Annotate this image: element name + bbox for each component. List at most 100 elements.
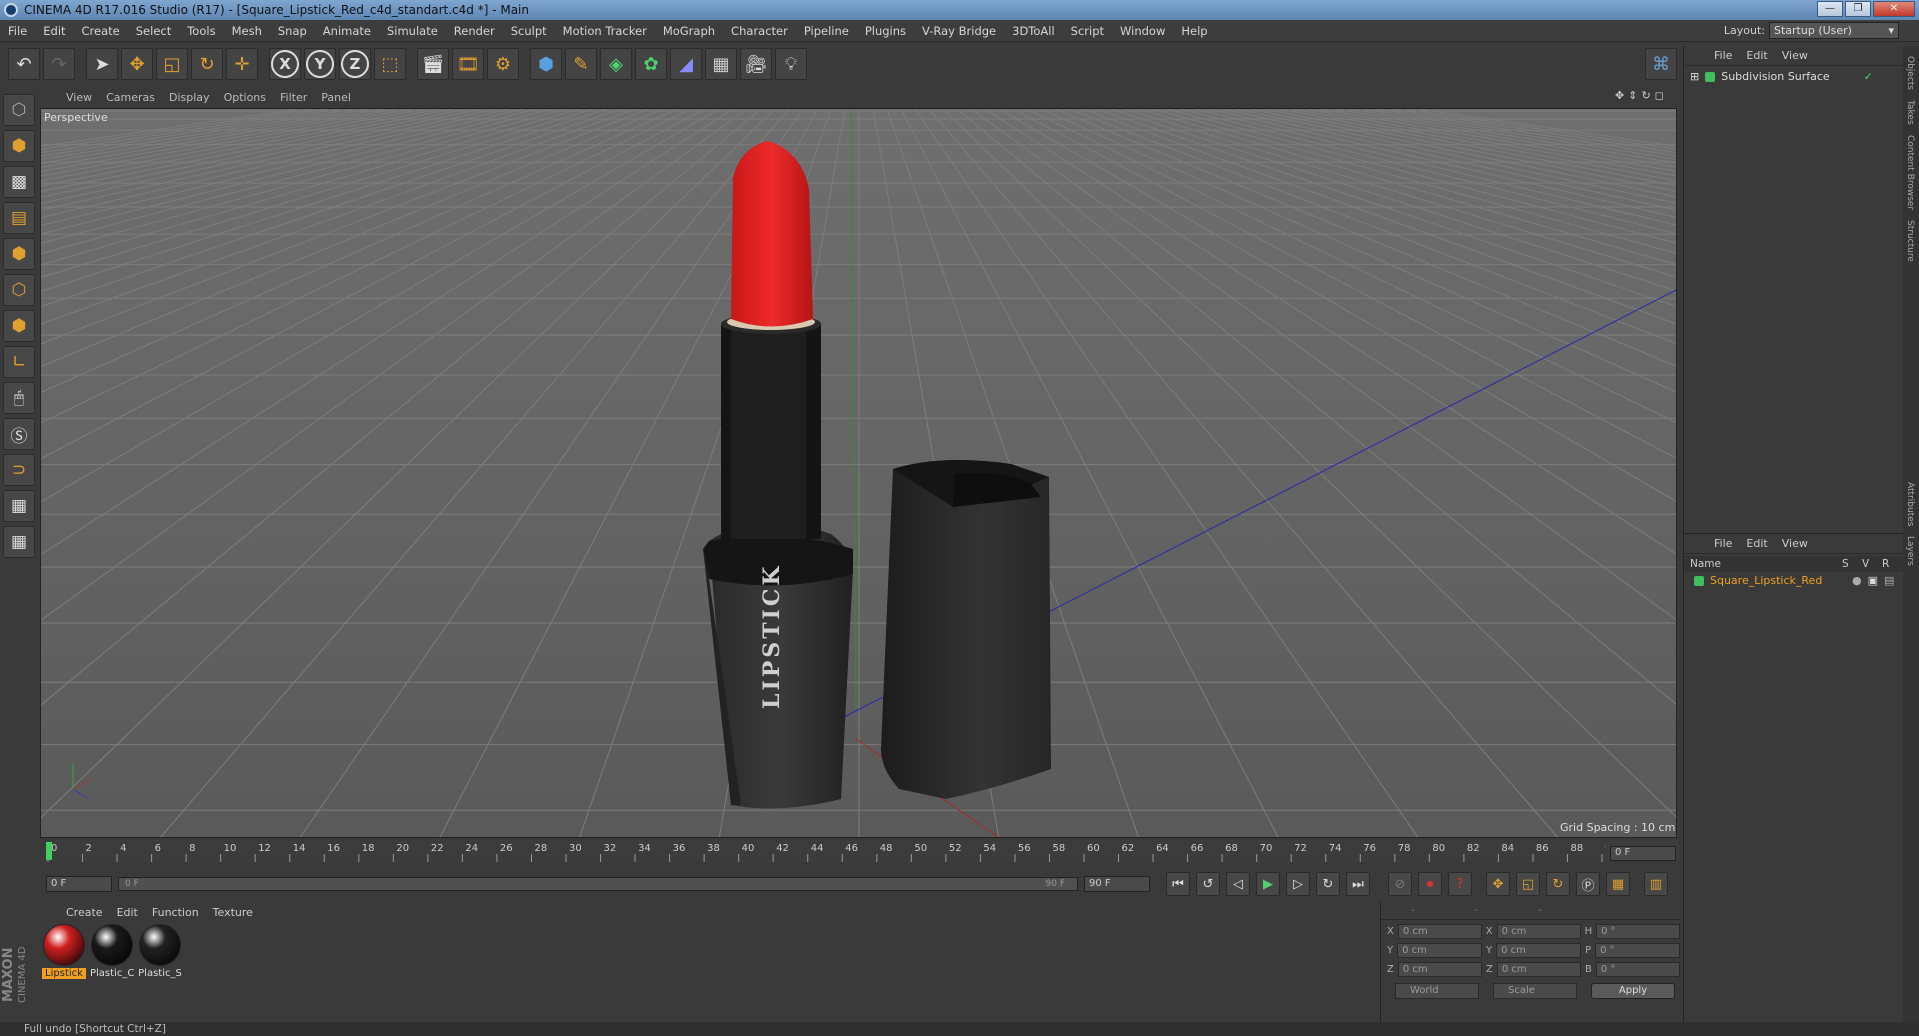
3d-viewport[interactable]: LIPSTICK: [40, 108, 1677, 838]
object-row[interactable]: ⊞ Subdivision Surface ✓: [1690, 70, 1903, 83]
object-menu-view[interactable]: View: [1782, 49, 1808, 62]
rotate-tool-button[interactable]: ↻: [191, 48, 223, 80]
undo-button[interactable]: ↶: [8, 48, 40, 80]
side-tab-layers[interactable]: Layers: [1905, 536, 1915, 566]
zoom-view-icon[interactable]: ⇕: [1628, 89, 1641, 102]
side-tab-structure[interactable]: Structure: [1905, 220, 1915, 262]
menu-script[interactable]: Script: [1063, 24, 1112, 38]
menu-window[interactable]: Window: [1112, 24, 1173, 38]
render-picture-viewer-button[interactable]: 🎞︎: [452, 48, 484, 80]
viewport-menu-display[interactable]: Display: [169, 91, 210, 104]
coordinate-value-field[interactable]: 0 °: [1596, 924, 1681, 939]
next-key-button[interactable]: ↻: [1316, 872, 1340, 896]
end-frame-field[interactable]: 90 F: [1084, 876, 1150, 892]
redo-button[interactable]: ↷: [43, 48, 75, 80]
layer-menu-file[interactable]: File: [1714, 537, 1732, 550]
material-item[interactable]: Lipstick: [42, 924, 86, 1020]
menu-animate[interactable]: Animate: [315, 24, 379, 38]
solo-toggle-icon[interactable]: ●: [1852, 574, 1862, 587]
add-camera-button[interactable]: 🎥︎: [740, 48, 772, 80]
go-to-end-button[interactable]: ⏭: [1346, 872, 1370, 896]
tweak-mode-button[interactable]: 🖱︎: [3, 382, 35, 414]
layer-row[interactable]: Square_Lipstick_Red ● ▣ ▤: [1694, 574, 1903, 587]
key-position-button[interactable]: ✥: [1486, 872, 1510, 896]
side-tab-objects[interactable]: Objects: [1905, 56, 1915, 90]
key-scale-button[interactable]: ◱: [1516, 872, 1540, 896]
rotate-view-icon[interactable]: ↻: [1641, 89, 1654, 102]
move-tool-button[interactable]: ✥: [121, 48, 153, 80]
menu-sculpt[interactable]: Sculpt: [503, 24, 555, 38]
menu-edit[interactable]: Edit: [35, 24, 73, 38]
menu-select[interactable]: Select: [128, 24, 179, 38]
coordinate-value-field[interactable]: 0 °: [1595, 962, 1681, 977]
x-axis-lock-button[interactable]: X: [269, 48, 301, 80]
viewport-menu-view[interactable]: View: [66, 91, 92, 104]
coordinate-value-field[interactable]: 0 cm: [1397, 943, 1483, 958]
layout-dropdown[interactable]: Startup (User) ▾: [1769, 22, 1899, 39]
live-selection-button[interactable]: ➤: [86, 48, 118, 80]
workplane-mode-button[interactable]: ▤: [3, 202, 35, 234]
add-array-button[interactable]: ✿: [635, 48, 667, 80]
coordinate-value-field[interactable]: 0 cm: [1397, 962, 1482, 977]
viewport-menu-cameras[interactable]: Cameras: [106, 91, 155, 104]
coordinate-value-field[interactable]: 0 °: [1595, 943, 1681, 958]
frame-range-slider[interactable]: 0 F 90 F: [118, 877, 1078, 891]
playhead[interactable]: [46, 842, 52, 860]
menu-character[interactable]: Character: [723, 24, 796, 38]
viewport-menu-filter[interactable]: Filter: [280, 91, 307, 104]
go-to-start-button[interactable]: ⏮: [1166, 872, 1190, 896]
add-light-button[interactable]: 💡︎: [775, 48, 807, 80]
move-view-icon[interactable]: ✥: [1615, 89, 1628, 102]
current-frame-field[interactable]: 0 F: [1610, 846, 1676, 861]
texture-mode-button[interactable]: ▩: [3, 166, 35, 198]
add-cube-button[interactable]: ⬢: [530, 48, 562, 80]
timeline-window-button[interactable]: ▥: [1644, 872, 1668, 896]
menu-pipeline[interactable]: Pipeline: [796, 24, 857, 38]
visibility-check-icon[interactable]: ✓: [1864, 70, 1873, 83]
transform-tool-button[interactable]: ✛: [226, 48, 258, 80]
timeline-ruler[interactable]: 0 2 4 6 8 10 12 14 16 18 20 22 24 26 28 30 32 34 36 38 40 42 4…: [46, 840, 1678, 862]
object-menu-file[interactable]: File: [1714, 49, 1732, 62]
layer-menu-edit[interactable]: Edit: [1746, 537, 1767, 550]
quantize-button[interactable]: ▦: [3, 526, 35, 558]
viewport-menu-options[interactable]: Options: [224, 91, 266, 104]
snapping-button[interactable]: Ⓢ: [3, 418, 35, 450]
prev-key-button[interactable]: ↺: [1196, 872, 1220, 896]
points-mode-button[interactable]: ⬢: [3, 238, 35, 270]
prev-frame-button[interactable]: ◁: [1226, 872, 1250, 896]
motion-record-button[interactable]: ⊘: [1388, 872, 1412, 896]
add-subdivision-button[interactable]: ◈: [600, 48, 632, 80]
coordinate-value-field[interactable]: 0 cm: [1496, 924, 1581, 939]
close-button[interactable]: ✕: [1873, 1, 1915, 17]
workplane-lock-button[interactable]: ▦: [3, 490, 35, 522]
polygons-mode-button[interactable]: ⬢: [3, 310, 35, 342]
minimize-button[interactable]: —: [1817, 1, 1843, 17]
apply-button[interactable]: Apply: [1591, 983, 1675, 999]
axis-mode-button[interactable]: ∟: [3, 346, 35, 378]
menu-tools[interactable]: Tools: [179, 24, 223, 38]
menu-v-ray-bridge[interactable]: V-Ray Bridge: [914, 24, 1004, 38]
menu-motion-tracker[interactable]: Motion Tracker: [555, 24, 655, 38]
menu-create[interactable]: Create: [74, 24, 128, 38]
z-axis-lock-button[interactable]: Z: [339, 48, 371, 80]
add-spline-button[interactable]: ✎: [565, 48, 597, 80]
menu-help[interactable]: Help: [1173, 24, 1215, 38]
render-toggle-icon[interactable]: ▤: [1884, 574, 1894, 587]
scale-tool-button[interactable]: ◱: [156, 48, 188, 80]
material-item[interactable]: Plastic_C: [90, 924, 134, 1020]
edges-mode-button[interactable]: ⬡: [3, 274, 35, 306]
coordinate-value-field[interactable]: 0 cm: [1496, 943, 1582, 958]
python-button[interactable]: ⌘: [1645, 48, 1677, 80]
coordinate-value-field[interactable]: 0 cm: [1496, 962, 1581, 977]
render-settings-button[interactable]: ⚙: [487, 48, 519, 80]
menu-simulate[interactable]: Simulate: [379, 24, 446, 38]
material-menu-function[interactable]: Function: [152, 906, 199, 919]
maximize-button[interactable]: ❐: [1845, 1, 1871, 17]
play-button[interactable]: ▶: [1256, 872, 1280, 896]
viewport-nav-icons[interactable]: ✥⇕↻◻: [1615, 89, 1668, 102]
render-view-button[interactable]: 🎬︎: [417, 48, 449, 80]
menu-snap[interactable]: Snap: [270, 24, 315, 38]
material-menu-create[interactable]: Create: [66, 906, 103, 919]
object-menu-edit[interactable]: Edit: [1746, 49, 1767, 62]
menu-plugins[interactable]: Plugins: [857, 24, 914, 38]
